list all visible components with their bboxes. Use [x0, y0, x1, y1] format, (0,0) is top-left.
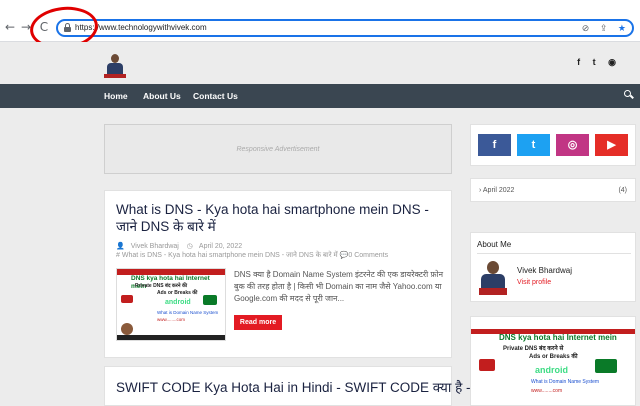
- thumb-subtitle-2: Ads or Breaks की: [157, 290, 198, 296]
- address-bar[interactable]: https://www.technologywithvivek.com ⊘ ⇪ …: [56, 19, 634, 37]
- post-card: What is DNS - Kya hota hai smartphone me…: [104, 190, 452, 358]
- facebook-icon[interactable]: f: [478, 134, 511, 156]
- banner-graphic: [479, 359, 495, 371]
- site-logo[interactable]: [104, 54, 126, 78]
- author-icon: 👤: [116, 243, 125, 250]
- nav-home[interactable]: Home: [104, 91, 128, 101]
- post-label[interactable]: What is DNS - Kya hota hai smartphone me…: [122, 252, 338, 259]
- blog-archive: › April 2022 (4): [470, 178, 636, 202]
- post-date: April 20, 2022: [198, 243, 243, 250]
- main-nav: Home About Us Contact Us: [0, 84, 640, 108]
- twitter-icon[interactable]: t: [517, 134, 550, 156]
- tag-icon: #: [116, 252, 120, 259]
- archive-item-april-2022[interactable]: › April 2022: [479, 187, 514, 194]
- post-excerpt: DNS क्या है Domain Name System इंटरनेट क…: [234, 270, 444, 303]
- nav-about-us[interactable]: About Us: [143, 91, 181, 101]
- eye-off-icon[interactable]: ⊘: [582, 23, 590, 33]
- banner-subtitle-2: Ads or Breaks की: [529, 354, 578, 360]
- widget-title: About Me: [477, 240, 512, 249]
- youtube-icon[interactable]: ▶: [595, 134, 628, 156]
- share-icon[interactable]: ⇪: [600, 23, 608, 33]
- back-button[interactable]: ←: [4, 20, 16, 34]
- author-face-icon: [121, 323, 133, 335]
- banner-title: DNS kya hota hai Internet mein: [499, 333, 617, 342]
- star-icon[interactable]: ★: [618, 23, 626, 33]
- ad-placeholder: Responsive Advertisement: [104, 124, 452, 174]
- thumb-subtitle: Private DNS बंद करने की: [135, 283, 188, 289]
- header-social-links: f t ◉: [567, 57, 616, 68]
- avatar[interactable]: [479, 259, 507, 295]
- post-meta: 👤 Vivek Bhardwaj ◷ April 20, 2022: [116, 242, 248, 250]
- calendar-icon: ◷: [186, 243, 193, 250]
- post-title[interactable]: What is DNS - Kya hota hai smartphone me…: [116, 201, 446, 235]
- thumb-graphic: [121, 295, 133, 303]
- post-title[interactable]: SWIFT CODE Kya Hota Hai in Hindi - SWIFT…: [116, 379, 471, 396]
- site-header: f t ◉: [0, 42, 640, 84]
- banner-caption: What is Domain Name System: [531, 379, 600, 385]
- instagram-icon[interactable]: ◉: [608, 57, 616, 67]
- sidebar-social: f t ◎ ▶: [470, 124, 636, 166]
- post-thumbnail[interactable]: DNS kya hota hai Internet mein Private D…: [116, 268, 226, 341]
- facebook-icon[interactable]: f: [577, 57, 580, 67]
- archive-count: (4): [618, 187, 627, 194]
- about-me-widget: About Me Vivek Bhardwaj Visit profile: [470, 232, 636, 302]
- banner-subtitle: Private DNS बंद करने से: [503, 346, 564, 352]
- post-card: SWIFT CODE Kya Hota Hai in Hindi - SWIFT…: [104, 366, 471, 406]
- thumb-graphic-2: [203, 295, 217, 305]
- author-name[interactable]: Vivek Bhardwaj: [517, 266, 572, 275]
- post-author[interactable]: Vivek Bhardwaj: [131, 243, 179, 250]
- sidebar-banner[interactable]: DNS kya hota hai Internet mein Private D…: [470, 316, 636, 406]
- divider: [477, 253, 631, 254]
- banner-graphic-2: [595, 359, 617, 373]
- instagram-icon[interactable]: ◎: [556, 134, 589, 156]
- thumb-caption-2: www........com: [157, 317, 186, 322]
- post-label-row: # What is DNS - Kya hota hai smartphone …: [116, 251, 388, 260]
- search-icon[interactable]: [624, 90, 634, 100]
- banner-caption-2: www........com: [531, 388, 563, 394]
- android-icon: android: [535, 365, 568, 375]
- post-comments[interactable]: 0 Comments: [348, 252, 388, 259]
- nav-contact-us[interactable]: Contact Us: [193, 91, 238, 101]
- ad-text: Responsive Advertisement: [236, 146, 320, 153]
- visit-profile-link[interactable]: Visit profile: [517, 279, 551, 286]
- read-more-button[interactable]: Read more: [234, 315, 282, 330]
- thumb-caption: What is Domain Name System: [157, 310, 219, 315]
- android-icon: android: [165, 299, 191, 306]
- twitter-icon[interactable]: t: [593, 57, 596, 67]
